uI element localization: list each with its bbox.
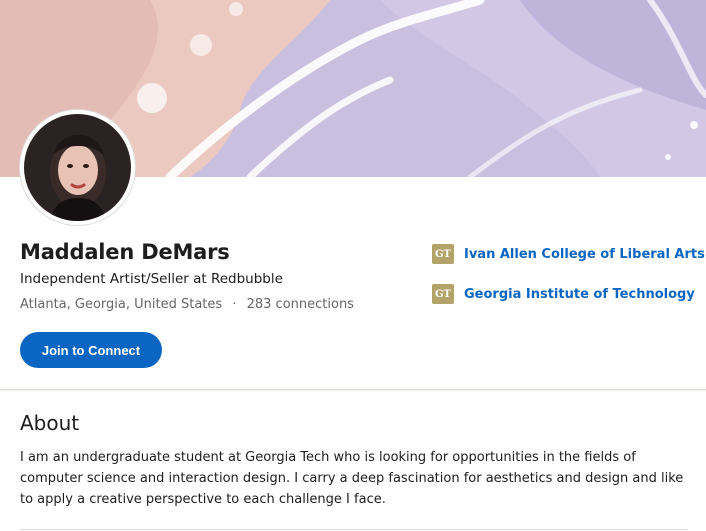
education-item[interactable]: GT Ivan Allen College of Liberal Arts bbox=[432, 244, 705, 264]
georgia-tech-logo-icon: GT bbox=[432, 284, 454, 304]
about-text: I am an undergraduate student at Georgia… bbox=[20, 450, 684, 507]
about-section: About I am an undergraduate student at G… bbox=[0, 391, 706, 531]
profile-photo bbox=[20, 110, 135, 225]
education-link-ivan-allen[interactable]: Ivan Allen College of Liberal Arts bbox=[464, 247, 705, 262]
profile-card: Maddalen DeMars Independent Artist/Selle… bbox=[0, 0, 706, 390]
about-heading: About bbox=[20, 411, 80, 435]
join-to-connect-button[interactable]: Join to Connect bbox=[20, 332, 162, 368]
education-link-georgia-tech[interactable]: Georgia Institute of Technology bbox=[464, 287, 695, 302]
education-item[interactable]: GT Georgia Institute of Technology bbox=[432, 284, 695, 304]
profile-location: Atlanta, Georgia, United States bbox=[20, 297, 223, 312]
profile-meta: Atlanta, Georgia, United States · 283 co… bbox=[20, 297, 354, 312]
connections-count: 283 connections bbox=[246, 297, 354, 312]
georgia-tech-logo-icon: GT bbox=[432, 244, 454, 264]
divider bbox=[20, 529, 688, 530]
profile-headline: Independent Artist/Seller at Redbubble bbox=[20, 271, 283, 287]
profile-name: Maddalen DeMars bbox=[20, 240, 230, 264]
separator-dot: · bbox=[232, 297, 237, 312]
